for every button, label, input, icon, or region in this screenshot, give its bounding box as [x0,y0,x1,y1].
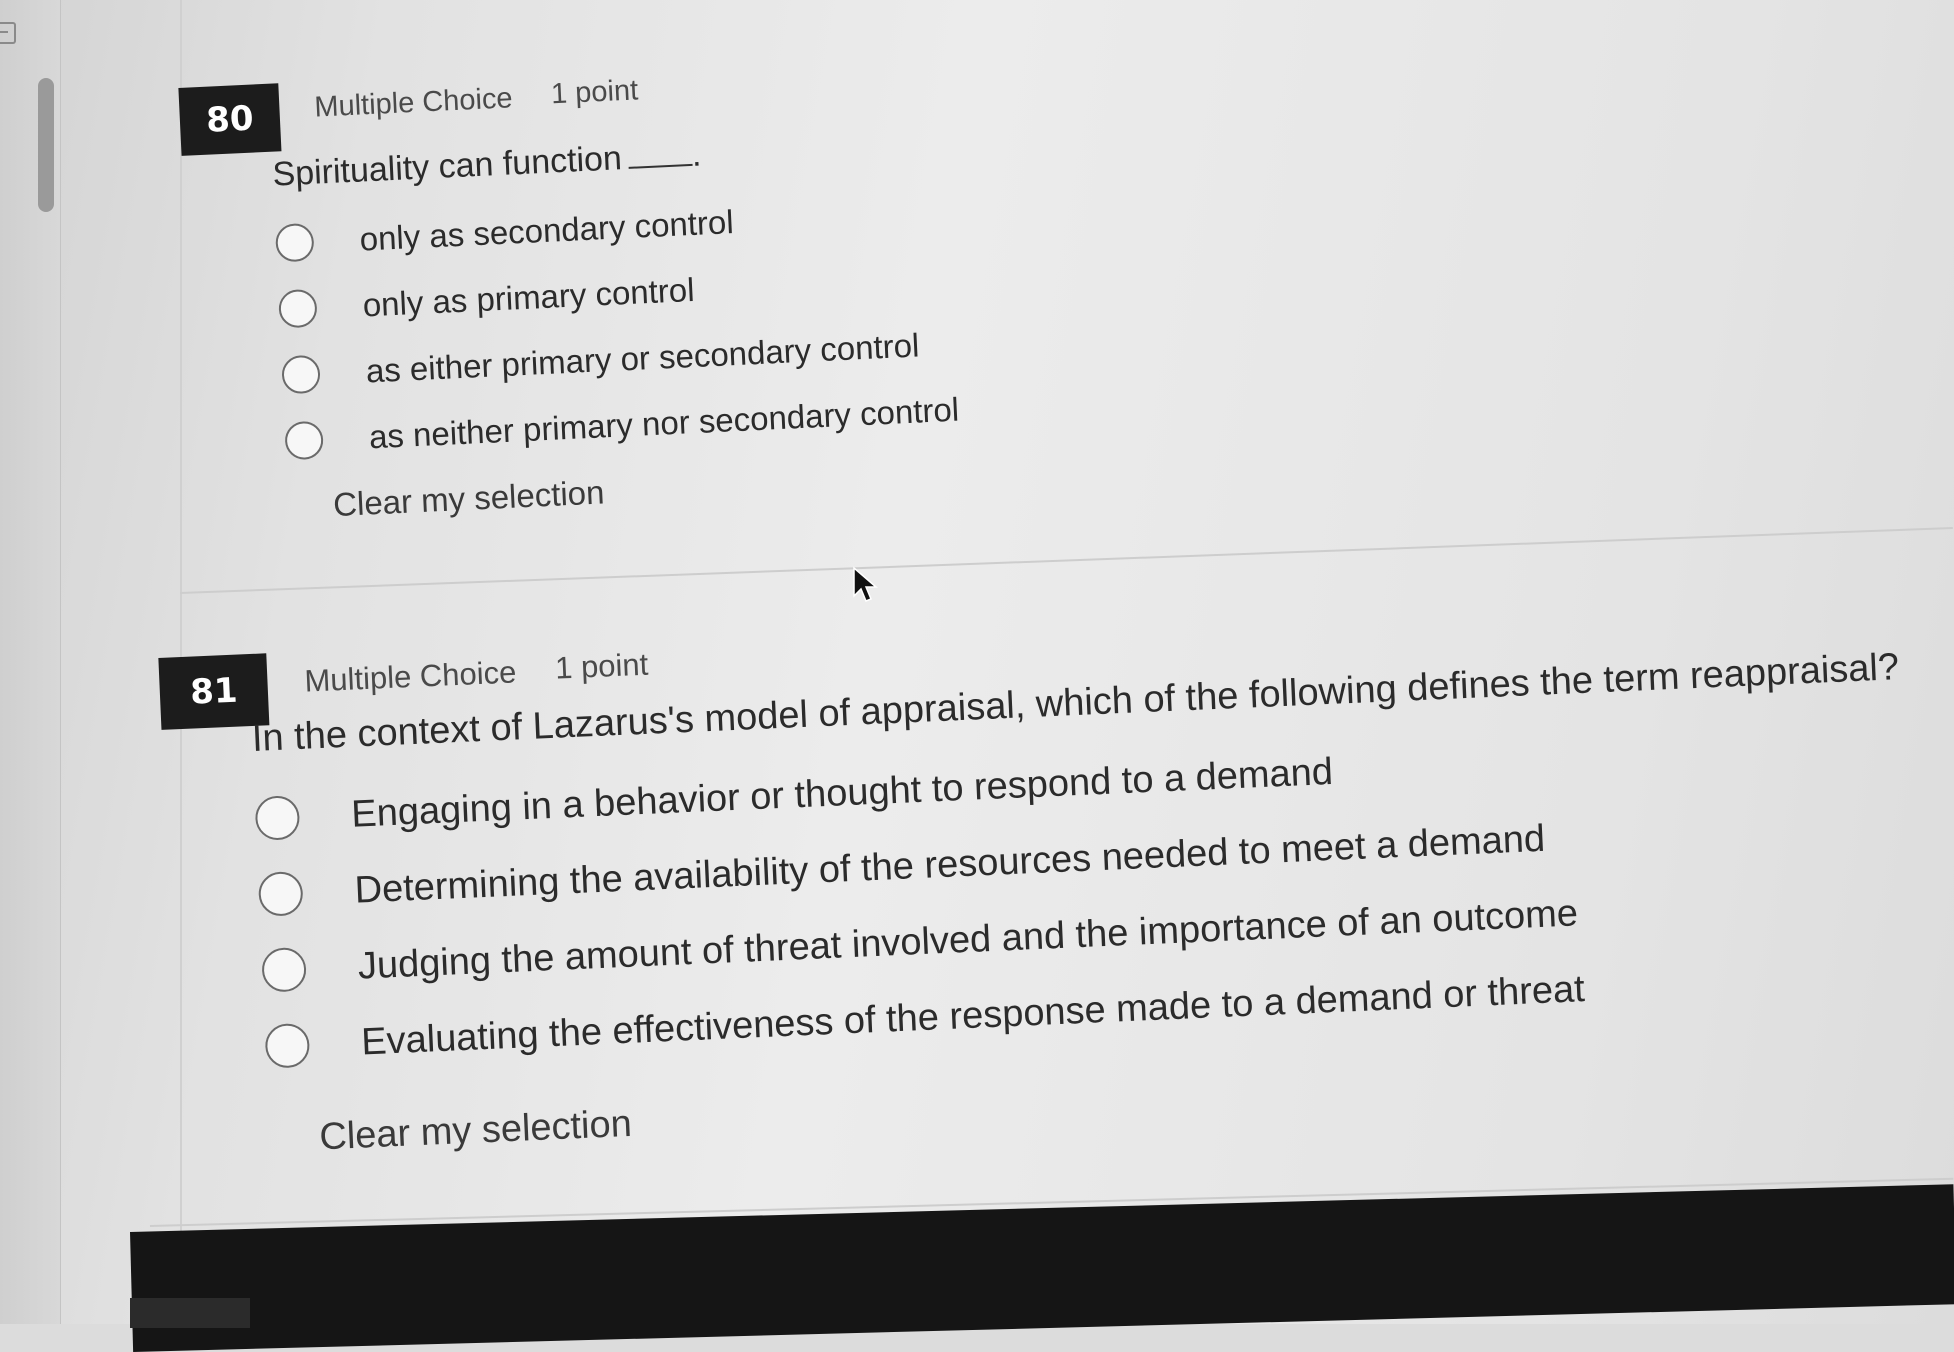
question-prompt-suffix: . [690,135,703,174]
collapse-panel-icon[interactable] [0,22,16,44]
left-gutter [0,0,61,1324]
answer-option-label[interactable]: only as secondary control [359,203,735,259]
question-prompt-text: Spirituality can function [271,139,623,194]
question-81: 81 Multiple Choice 1 point In the contex… [158,574,1917,1165]
answer-option-label[interactable]: as either primary or secondary control [365,326,920,390]
answer-option-label[interactable]: as neither primary nor secondary control [368,391,960,457]
radio-button-icon[interactable] [261,946,308,993]
fill-in-blank [628,163,693,169]
question-points: 1 point [554,646,649,686]
mouse-pointer-shape [853,566,879,602]
answer-options: only as secondary control only as primar… [274,179,960,474]
quiz-screen: 80 Multiple Choice 1 point Spirituality … [0,0,1954,1352]
question-type: Multiple Choice [313,82,514,124]
radio-button-icon[interactable] [274,222,315,263]
radio-button-icon[interactable] [281,354,321,395]
answer-options: Engaging in a behavior or thought to res… [254,709,1914,1085]
question-80: 80 Multiple Choice 1 point Spirituality … [178,44,963,531]
question-points: 1 point [550,74,639,111]
question-type: Multiple Choice [303,654,517,699]
radio-button-icon[interactable] [264,1022,311,1069]
radio-button-icon[interactable] [284,420,324,461]
question-number-badge: 80 [178,83,282,156]
scrollbar-thumb[interactable] [38,78,54,212]
radio-button-icon[interactable] [254,795,301,841]
radio-button-icon[interactable] [278,288,318,329]
answer-option-label[interactable]: only as primary control [362,271,695,325]
radio-button-icon[interactable] [257,870,304,917]
